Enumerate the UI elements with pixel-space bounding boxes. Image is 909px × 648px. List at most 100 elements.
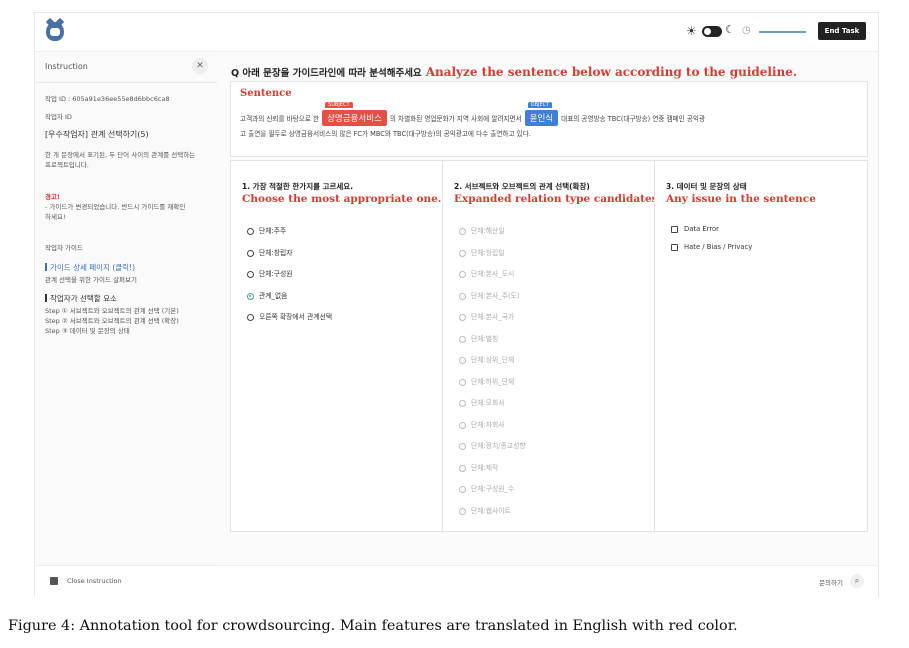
option-label: 단체:구성원 — [259, 270, 293, 278]
sentence-text: 대표의 공영방송 TBC(대구방송) 연중 캠페인 공익광 — [561, 115, 706, 123]
radio-option[interactable]: 단체:본사_국가 — [459, 311, 514, 321]
radio-button[interactable] — [459, 486, 466, 493]
option-label: 단체:본사_도시 — [471, 270, 515, 278]
radio-button[interactable] — [459, 292, 466, 300]
sidebar-title: Instruction — [45, 62, 88, 71]
close-instruction-button[interactable]: Close Instruction — [67, 577, 122, 585]
sidebar-header: Instruction ✕ — [35, 52, 217, 83]
step-item: Step ② 서브젝트와 오브젝트의 관계 선택 (확장) — [45, 317, 179, 325]
radio-button[interactable] — [459, 443, 466, 450]
radio-option[interactable]: 단체:모회사 — [459, 397, 505, 407]
help-link[interactable]: 문의하기 — [819, 577, 843, 587]
theme-toggle[interactable] — [702, 26, 722, 37]
radio-option[interactable]: 단체:별칭 — [459, 333, 498, 343]
sentence-text: 고객과의 신뢰를 바탕으로 한 — [240, 115, 320, 123]
option-label: 단체:창립자 — [259, 248, 293, 257]
checkbox[interactable] — [671, 244, 678, 251]
step-item: Step ① 서브젝트와 오브젝트의 관계 선택 (기본) — [45, 307, 179, 315]
radio-option[interactable]: 단체:주주 — [247, 225, 286, 235]
radio-button[interactable] — [459, 249, 466, 257]
radio-option[interactable]: 단체:창립자 — [247, 247, 293, 257]
option-label: 단체:본사_주(도) — [471, 291, 520, 300]
question-korean: Q 아래 문장을 가이드라인에 따라 분석해주세요 — [231, 68, 422, 79]
checkbox-option[interactable]: Data Error — [671, 225, 719, 233]
end-task-button[interactable]: End Task — [818, 22, 866, 40]
radio-button[interactable] — [459, 357, 466, 364]
radio-option[interactable]: 단체:해산일 — [459, 225, 505, 235]
option-label: 단체:해산일 — [471, 227, 505, 235]
option-label: 단체:제작 — [471, 463, 499, 472]
radio-option[interactable]: 단체:상위_단체 — [459, 354, 514, 364]
radio-option[interactable]: 단체:창립일 — [459, 247, 505, 257]
option-label: 단체:웹사이트 — [471, 506, 511, 515]
option-label: 단체:별칭 — [471, 334, 499, 343]
radio-button[interactable] — [459, 335, 466, 343]
moon-icon[interactable]: ☾ — [725, 23, 735, 36]
steps-heading: 작업자가 선택할 요소 — [45, 293, 117, 304]
sun-icon[interactable]: ☀ — [686, 24, 697, 38]
sentence-line-2: 고 출연을 필두로 상명금융서비스의 많은 FC가 MBC와 TBC(대구방송)… — [240, 130, 531, 138]
expanded-relation-column: 2. 서브젝트와 오브젝트의 관계 선택(확장) Expanded relati… — [442, 160, 658, 532]
subject-tag: SUBJECT — [325, 102, 353, 108]
warning-text-line-2: 하세요! — [45, 213, 66, 221]
option-label: 단체:상위_단체 — [471, 356, 515, 364]
radio-button[interactable] — [459, 507, 466, 515]
radio-button[interactable] — [247, 249, 254, 257]
radio-button[interactable] — [459, 400, 466, 407]
radio-option[interactable]: 오른쪽 확장에서 관계선택 — [247, 311, 332, 321]
question-english: Analyze the sentence below according to … — [425, 65, 798, 79]
object-text: 윤인식 — [529, 114, 554, 124]
radio-option[interactable]: 단체:하위_단체 — [459, 376, 514, 386]
guide-detail-link-label: 가이드 상세 페이지 (클릭!) — [50, 263, 136, 272]
radio-button[interactable] — [459, 314, 466, 321]
column-title-korean: 2. 서브젝트와 오브젝트의 관계 선택(확장) — [454, 182, 590, 191]
basic-relation-column: 1. 가장 적절한 한가지를 고르세요. Choose the most app… — [230, 160, 444, 532]
close-icon[interactable]: ✕ — [192, 58, 208, 74]
radio-button[interactable] — [247, 271, 254, 278]
radio-option[interactable]: 단체:제작 — [459, 462, 498, 472]
question-title: Q 아래 문장을 가이드라인에 따라 분석해주세요 Analyze the sen… — [231, 61, 797, 80]
radio-option[interactable]: 단체:본사_주(도) — [459, 290, 520, 300]
radio-button[interactable] — [459, 421, 466, 429]
menu-icon[interactable] — [50, 577, 58, 585]
radio-option[interactable]: 단체:구성원_수 — [459, 483, 514, 493]
radio-button[interactable] — [459, 228, 466, 235]
checkbox[interactable] — [671, 226, 678, 233]
radio-button[interactable] — [459, 464, 466, 472]
radio-button[interactable] — [247, 314, 254, 321]
task-description-line-2: 프로젝트입니다. — [45, 161, 89, 169]
sentence-text: 의 차별화된 영업문화가 지역 사회에 알려지면서 — [389, 115, 522, 123]
search-icon[interactable]: ⌕ — [850, 574, 864, 588]
option-label: Data Error — [684, 225, 719, 233]
top-bar: ☀ ☾ ◷ End Task — [35, 13, 878, 52]
subject-text: 상명금융서비스 — [327, 114, 382, 124]
option-label: 단체:모회사 — [471, 399, 505, 407]
option-label: 단체:창립일 — [471, 248, 505, 257]
option-label: 단체:자회사 — [471, 420, 505, 429]
object-tag: OBJECT — [527, 102, 553, 108]
radio-option[interactable]: 단체:웹사이트 — [459, 505, 511, 515]
radio-button[interactable] — [459, 271, 466, 278]
guide-heading: 작업자 가이드 — [45, 244, 83, 252]
warning-text-line-1: - 가이드가 변경되었습니다. 반드시 가이드를 재확인 — [45, 203, 186, 211]
radio-button[interactable] — [247, 292, 254, 300]
option-label: Hate / Bias / Privacy — [684, 243, 753, 251]
radio-option[interactable]: 단체:자회사 — [459, 419, 505, 429]
dark-bar-icon — [45, 294, 47, 302]
column-title-korean: 1. 가장 적절한 한가지를 고르세요. — [242, 182, 354, 191]
guide-detail-link[interactable]: 가이드 상세 페이지 (클릭!) — [45, 262, 135, 273]
radio-button[interactable] — [247, 228, 254, 235]
sentence-line-1: 고객과의 신뢰를 바탕으로 한 SUBJECT 상명금융서비스 의 차별화된 영업문화… — [240, 102, 706, 126]
option-label: 단체:구성원_수 — [471, 485, 515, 493]
radio-button[interactable] — [459, 378, 466, 386]
column-title-korean: 3. 데이터 및 문장의 상태 — [666, 182, 747, 191]
radio-option[interactable]: 단체:본사_도시 — [459, 268, 514, 278]
guide-link-subtitle: 관계 선택을 위한 가이드 살펴보기 — [45, 276, 137, 284]
option-label: 단체:주주 — [259, 227, 287, 235]
radio-option[interactable]: 관계_없음 — [247, 290, 287, 300]
radio-option[interactable]: 단체:정치/종교성향 — [459, 440, 526, 450]
checkbox-option[interactable]: Hate / Bias / Privacy — [671, 243, 752, 251]
sentence-label: Sentence — [240, 88, 292, 99]
instruction-sidebar: Instruction ✕ 작업 ID : 605a91e36ee55e8d6b… — [35, 52, 217, 596]
radio-option[interactable]: 단체:구성원 — [247, 268, 293, 278]
